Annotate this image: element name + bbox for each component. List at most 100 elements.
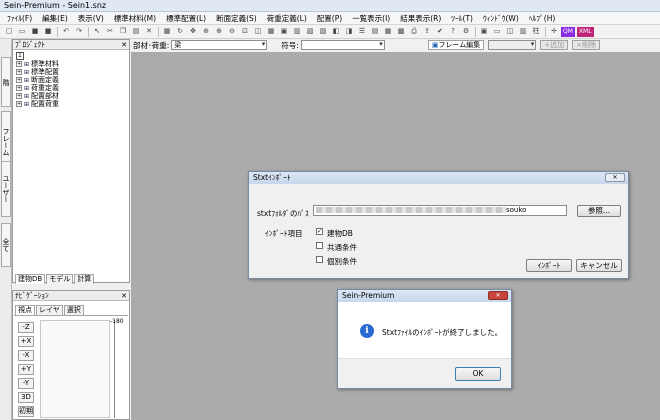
code-select[interactable] (300, 40, 385, 50)
undo-icon[interactable]: ↶ (60, 26, 72, 37)
window-tile-icon[interactable]: ▥ (517, 26, 529, 37)
expand-icon[interactable]: + (16, 93, 22, 99)
folder-node-icon: ⊞ (24, 84, 30, 92)
model-icon[interactable]: ◧ (330, 26, 342, 37)
individual-conditions-checkbox[interactable] (316, 256, 323, 263)
menu-item[interactable]: 結果表示(R) (395, 13, 446, 24)
view-plus-y-button[interactable]: +Y (18, 364, 34, 375)
list-icon[interactable]: ☰ (356, 26, 368, 37)
tree-item[interactable]: + ⊞ 配置荷重 (13, 100, 129, 108)
close-icon[interactable]: ✕ (605, 173, 625, 182)
import-button[interactable]: ｲﾝﾎﾟｰﾄ (526, 259, 572, 272)
menu-item[interactable]: ﾂｰﾙ(T) (446, 13, 478, 24)
redo-icon[interactable]: ↷ (73, 26, 85, 37)
menu-item[interactable]: 表示(V) (73, 13, 109, 24)
frame-edit-toggle[interactable]: ▣フレーム編集 (427, 40, 485, 50)
table-icon[interactable]: ▤ (369, 26, 381, 37)
window-split-icon[interactable]: ◫ (504, 26, 516, 37)
grid-icon[interactable]: ▦ (265, 26, 277, 37)
view-minus-z-button[interactable]: -Z (18, 322, 34, 333)
view-minus-y-button[interactable]: -Y (18, 378, 34, 389)
result-icon[interactable]: ▩ (395, 26, 407, 37)
zoom-icon[interactable]: ⊕ (200, 26, 212, 37)
close-icon[interactable]: ✕ (121, 40, 127, 50)
expand-icon[interactable]: + (16, 85, 22, 91)
expand-icon[interactable]: + (16, 101, 22, 107)
elevation-icon[interactable]: ▧ (304, 26, 316, 37)
tab-building-db[interactable]: 建物DB (15, 274, 46, 284)
expand-icon[interactable]: + (16, 69, 22, 75)
menu-item[interactable]: ﾌｧｲﾙ(F) (2, 13, 37, 24)
folder-path-input[interactable]: souko (313, 205, 567, 216)
cut-icon[interactable]: ✂ (104, 26, 116, 37)
add-button[interactable]: +追加 (540, 40, 569, 50)
menu-item[interactable]: 配置(P) (312, 13, 347, 24)
delete-button[interactable]: ×削除 (572, 40, 600, 50)
flag-icon[interactable]: ▣ (478, 26, 490, 37)
crosshair-icon[interactable]: ✛ (548, 26, 560, 37)
save-as-icon[interactable]: ■ (42, 26, 54, 37)
ok-button[interactable]: OK (455, 367, 501, 381)
plan-icon[interactable]: ▥ (291, 26, 303, 37)
settings-icon[interactable]: ⚙ (460, 26, 472, 37)
side-tab-bar: 階 フレーム ユーザー 全て (0, 39, 12, 420)
expand-icon[interactable]: + (16, 61, 22, 67)
browse-button[interactable]: 参照... (577, 205, 621, 217)
export-icon[interactable]: ⇪ (421, 26, 433, 37)
menu-item[interactable]: ﾍﾙﾌﾟ(H) (524, 13, 561, 24)
select-icon[interactable]: ▦ (161, 26, 173, 37)
check-icon[interactable]: ✔ (434, 26, 446, 37)
open-folder-icon[interactable]: ▭ (16, 26, 28, 37)
menu-item[interactable]: 編集(E) (37, 13, 73, 24)
cancel-button[interactable]: キャンセル (576, 259, 622, 272)
layer-icon[interactable]: ◨ (343, 26, 355, 37)
qm-badge-button[interactable]: QM (561, 26, 575, 37)
tab-viewpoint[interactable]: 視点 (15, 305, 35, 315)
rotate-icon[interactable]: ↻ (174, 26, 186, 37)
side-tab-user[interactable]: ユーザー (1, 161, 11, 217)
rotation-scale[interactable] (114, 320, 126, 418)
side-tab-all[interactable]: 全て (1, 223, 11, 267)
building-db-checkbox[interactable]: ✓ (316, 228, 323, 235)
tab-select[interactable]: 選択 (63, 305, 84, 315)
expand-icon[interactable]: + (16, 77, 22, 83)
view-3d-button[interactable]: 3D (18, 392, 34, 403)
tab-model[interactable]: モデル (46, 274, 74, 284)
save-icon[interactable]: ■ (29, 26, 41, 37)
frame-icon[interactable]: ▣ (278, 26, 290, 37)
close-icon[interactable]: ✕ (121, 291, 127, 301)
fit-icon[interactable]: ⊡ (239, 26, 251, 37)
view-reset-button[interactable]: 初期 (18, 406, 34, 417)
xml-badge-button[interactable]: XML (576, 26, 594, 37)
column-tool-button[interactable]: 柱 (530, 26, 542, 37)
paste-icon[interactable]: ▤ (130, 26, 142, 37)
menu-item[interactable]: ｳｨﾝﾄﾞｳ(W) (478, 13, 524, 24)
menu-item[interactable]: 一覧表示(I) (347, 13, 395, 24)
new-file-icon[interactable]: ▢ (3, 26, 15, 37)
window-icon[interactable]: ▭ (491, 26, 503, 37)
tab-layer[interactable]: レイヤ (36, 305, 63, 315)
print-icon[interactable]: ⎙ (408, 26, 420, 37)
menu-item[interactable]: 標準材料(M) (109, 13, 161, 24)
copy-icon[interactable]: ❐ (117, 26, 129, 37)
side-tab-floor[interactable]: 階 (1, 57, 11, 107)
member-load-select[interactable]: 梁 (171, 40, 268, 50)
menu-item[interactable]: 荷重定義(L) (262, 13, 312, 24)
common-conditions-checkbox[interactable] (316, 242, 323, 249)
zoom-in-icon[interactable]: ⊕ (213, 26, 225, 37)
frame-select[interactable] (488, 40, 537, 50)
calc-icon[interactable]: ▦ (382, 26, 394, 37)
section-icon[interactable]: ▨ (317, 26, 329, 37)
help-icon[interactable]: ? (447, 26, 459, 37)
view-icon[interactable]: ◫ (252, 26, 264, 37)
menu-item[interactable]: 断面定義(S) (211, 13, 262, 24)
pointer-icon[interactable]: ↖ (91, 26, 103, 37)
zoom-out-icon[interactable]: ⊖ (226, 26, 238, 37)
tab-calc[interactable]: 計算 (74, 274, 95, 284)
delete-icon[interactable]: ✕ (143, 26, 155, 37)
view-plus-x-button[interactable]: +X (18, 336, 34, 347)
view-minus-x-button[interactable]: -X (18, 350, 34, 361)
move-icon[interactable]: ✥ (187, 26, 199, 37)
menu-item[interactable]: 標準配置(L) (161, 13, 211, 24)
close-icon[interactable]: ✕ (488, 291, 508, 300)
